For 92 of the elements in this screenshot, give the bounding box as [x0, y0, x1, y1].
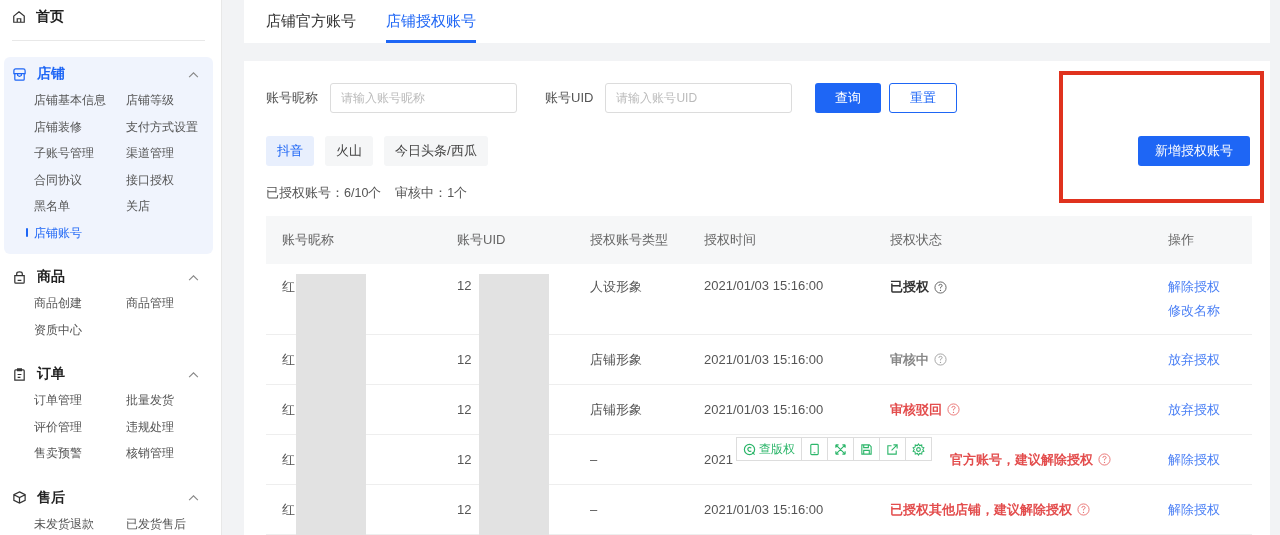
- tab[interactable]: 店铺授权账号: [386, 0, 476, 43]
- platform-chip[interactable]: 今日头条/西瓜: [384, 136, 488, 166]
- table-cell: –: [590, 452, 598, 467]
- sidebar-item[interactable]: 商品创建: [34, 290, 126, 317]
- action-link[interactable]: 解除授权: [1168, 278, 1220, 296]
- table-cell: 12: [457, 278, 472, 293]
- sidebar-item[interactable]: 批量发货: [126, 387, 213, 414]
- action-link[interactable]: 解除授权: [1168, 500, 1220, 519]
- table-cell: 红: [282, 400, 295, 419]
- action-link[interactable]: 放弃授权: [1168, 400, 1220, 419]
- reset-button[interactable]: 重置: [889, 83, 958, 113]
- table-cell: 人设形象: [590, 278, 642, 296]
- field-label: 账号昵称: [266, 89, 318, 107]
- sidebar-item[interactable]: 订单管理: [34, 387, 126, 414]
- sidebar-item[interactable]: 售卖预警: [34, 440, 126, 467]
- column-header: 授权时间: [704, 231, 757, 249]
- table-cell: 2021/01/03 15:16:00: [704, 502, 824, 517]
- sidebar-item[interactable]: 渠道管理: [126, 140, 213, 167]
- sidebar-item[interactable]: 已发货售后: [126, 510, 213, 535]
- sidebar-item[interactable]: 关店: [126, 193, 213, 220]
- sidebar-item[interactable]: 资质中心: [34, 316, 126, 343]
- chevron-up-icon: [188, 273, 199, 281]
- chevron-up-icon: [188, 70, 199, 78]
- input-field[interactable]: 请输入账号昵称: [330, 83, 517, 113]
- help-icon[interactable]: [934, 353, 947, 366]
- home-icon: [12, 10, 26, 24]
- clipboard-icon: [12, 366, 27, 382]
- help-icon[interactable]: [1077, 503, 1090, 516]
- sidebar-section-header[interactable]: 商品: [4, 264, 213, 290]
- status-text: 官方账号，建议解除授权: [950, 450, 1093, 469]
- table-cell: 红: [282, 500, 295, 519]
- chevron-up-icon: [188, 370, 199, 378]
- sidebar-item[interactable]: 店铺基本信息: [34, 87, 126, 114]
- summary-text: 审核中：1个: [395, 185, 468, 202]
- table-cell: 12: [457, 402, 472, 417]
- sidebar-section-header[interactable]: 售后: [4, 484, 213, 511]
- add-account-button[interactable]: 新增授权账号: [1138, 136, 1250, 166]
- status-text: 审核中: [890, 350, 929, 369]
- sidebar-item[interactable]: 店铺账号: [26, 219, 126, 246]
- table-cell: 2021: [704, 452, 733, 467]
- sidebar-section-header[interactable]: 店铺: [4, 61, 213, 87]
- table-cell: 店铺形象: [590, 350, 642, 369]
- column-header: 授权账号类型: [590, 231, 669, 249]
- help-icon[interactable]: [1098, 453, 1111, 466]
- sidebar-item[interactable]: 子账号管理: [34, 140, 126, 167]
- summary-text: 已授权账号：6/10个: [266, 185, 382, 202]
- sidebar-section-header[interactable]: 订单: [4, 361, 213, 387]
- table-cell: 2021/01/03 15:16:00: [704, 278, 824, 293]
- store-icon: [12, 66, 27, 82]
- action-link[interactable]: 修改名称: [1168, 302, 1220, 320]
- table-cell: 2021/01/03 15:16:00: [704, 402, 824, 417]
- sidebar-item[interactable]: 支付方式设置: [126, 113, 213, 140]
- table-cell: 红: [282, 278, 295, 296]
- status-text: 审核驳回: [890, 400, 942, 419]
- sidebar-item[interactable]: 店铺装修: [34, 113, 126, 140]
- status-text: 已授权: [890, 278, 929, 296]
- field-label: 账号UID: [545, 89, 594, 107]
- help-icon[interactable]: [947, 403, 960, 416]
- status-text: 已授权其他店铺，建议解除授权: [890, 500, 1072, 519]
- table-cell: 2021/01/03 15:16:00: [704, 352, 824, 367]
- sidebar-item[interactable]: 违规处理: [126, 413, 213, 440]
- table-cell: 12: [457, 452, 472, 467]
- action-link[interactable]: 解除授权: [1168, 450, 1220, 469]
- chevron-up-icon: [188, 494, 199, 501]
- action-link[interactable]: 放弃授权: [1168, 350, 1220, 369]
- help-icon[interactable]: [934, 280, 947, 294]
- sidebar-item[interactable]: 核销管理: [126, 440, 213, 467]
- platform-chip[interactable]: 火山: [325, 136, 373, 166]
- table-cell: 红: [282, 450, 295, 469]
- table-cell: 12: [457, 352, 472, 367]
- column-header: 账号UID: [457, 231, 507, 249]
- column-header: 账号昵称: [282, 231, 335, 249]
- sidebar-item[interactable]: 合同协议: [34, 166, 126, 193]
- sidebar-item[interactable]: 接口授权: [126, 166, 213, 193]
- sidebar-item[interactable]: 评价管理: [34, 413, 126, 440]
- platform-chip[interactable]: 抖音: [266, 136, 314, 166]
- query-button[interactable]: 查询: [815, 83, 882, 113]
- cube-icon: [12, 490, 27, 505]
- search-icon: [743, 442, 756, 456]
- sidebar-item[interactable]: 黑名单: [34, 193, 126, 220]
- input-field[interactable]: 请输入账号UID: [605, 83, 793, 113]
- column-header: 授权状态: [890, 231, 943, 249]
- sidebar-item[interactable]: 首页: [4, 0, 213, 34]
- sidebar-item[interactable]: 店铺等级: [126, 87, 213, 114]
- tab[interactable]: 店铺官方账号: [266, 0, 356, 43]
- column-header: 操作: [1168, 231, 1195, 249]
- sidebar-item[interactable]: 未发货退款: [34, 510, 126, 535]
- sidebar-item[interactable]: 商品管理: [126, 290, 213, 317]
- table-cell: 店铺形象: [590, 400, 642, 419]
- table-cell: –: [590, 502, 598, 517]
- table-cell: 红: [282, 350, 295, 369]
- table-cell: 12: [457, 502, 472, 517]
